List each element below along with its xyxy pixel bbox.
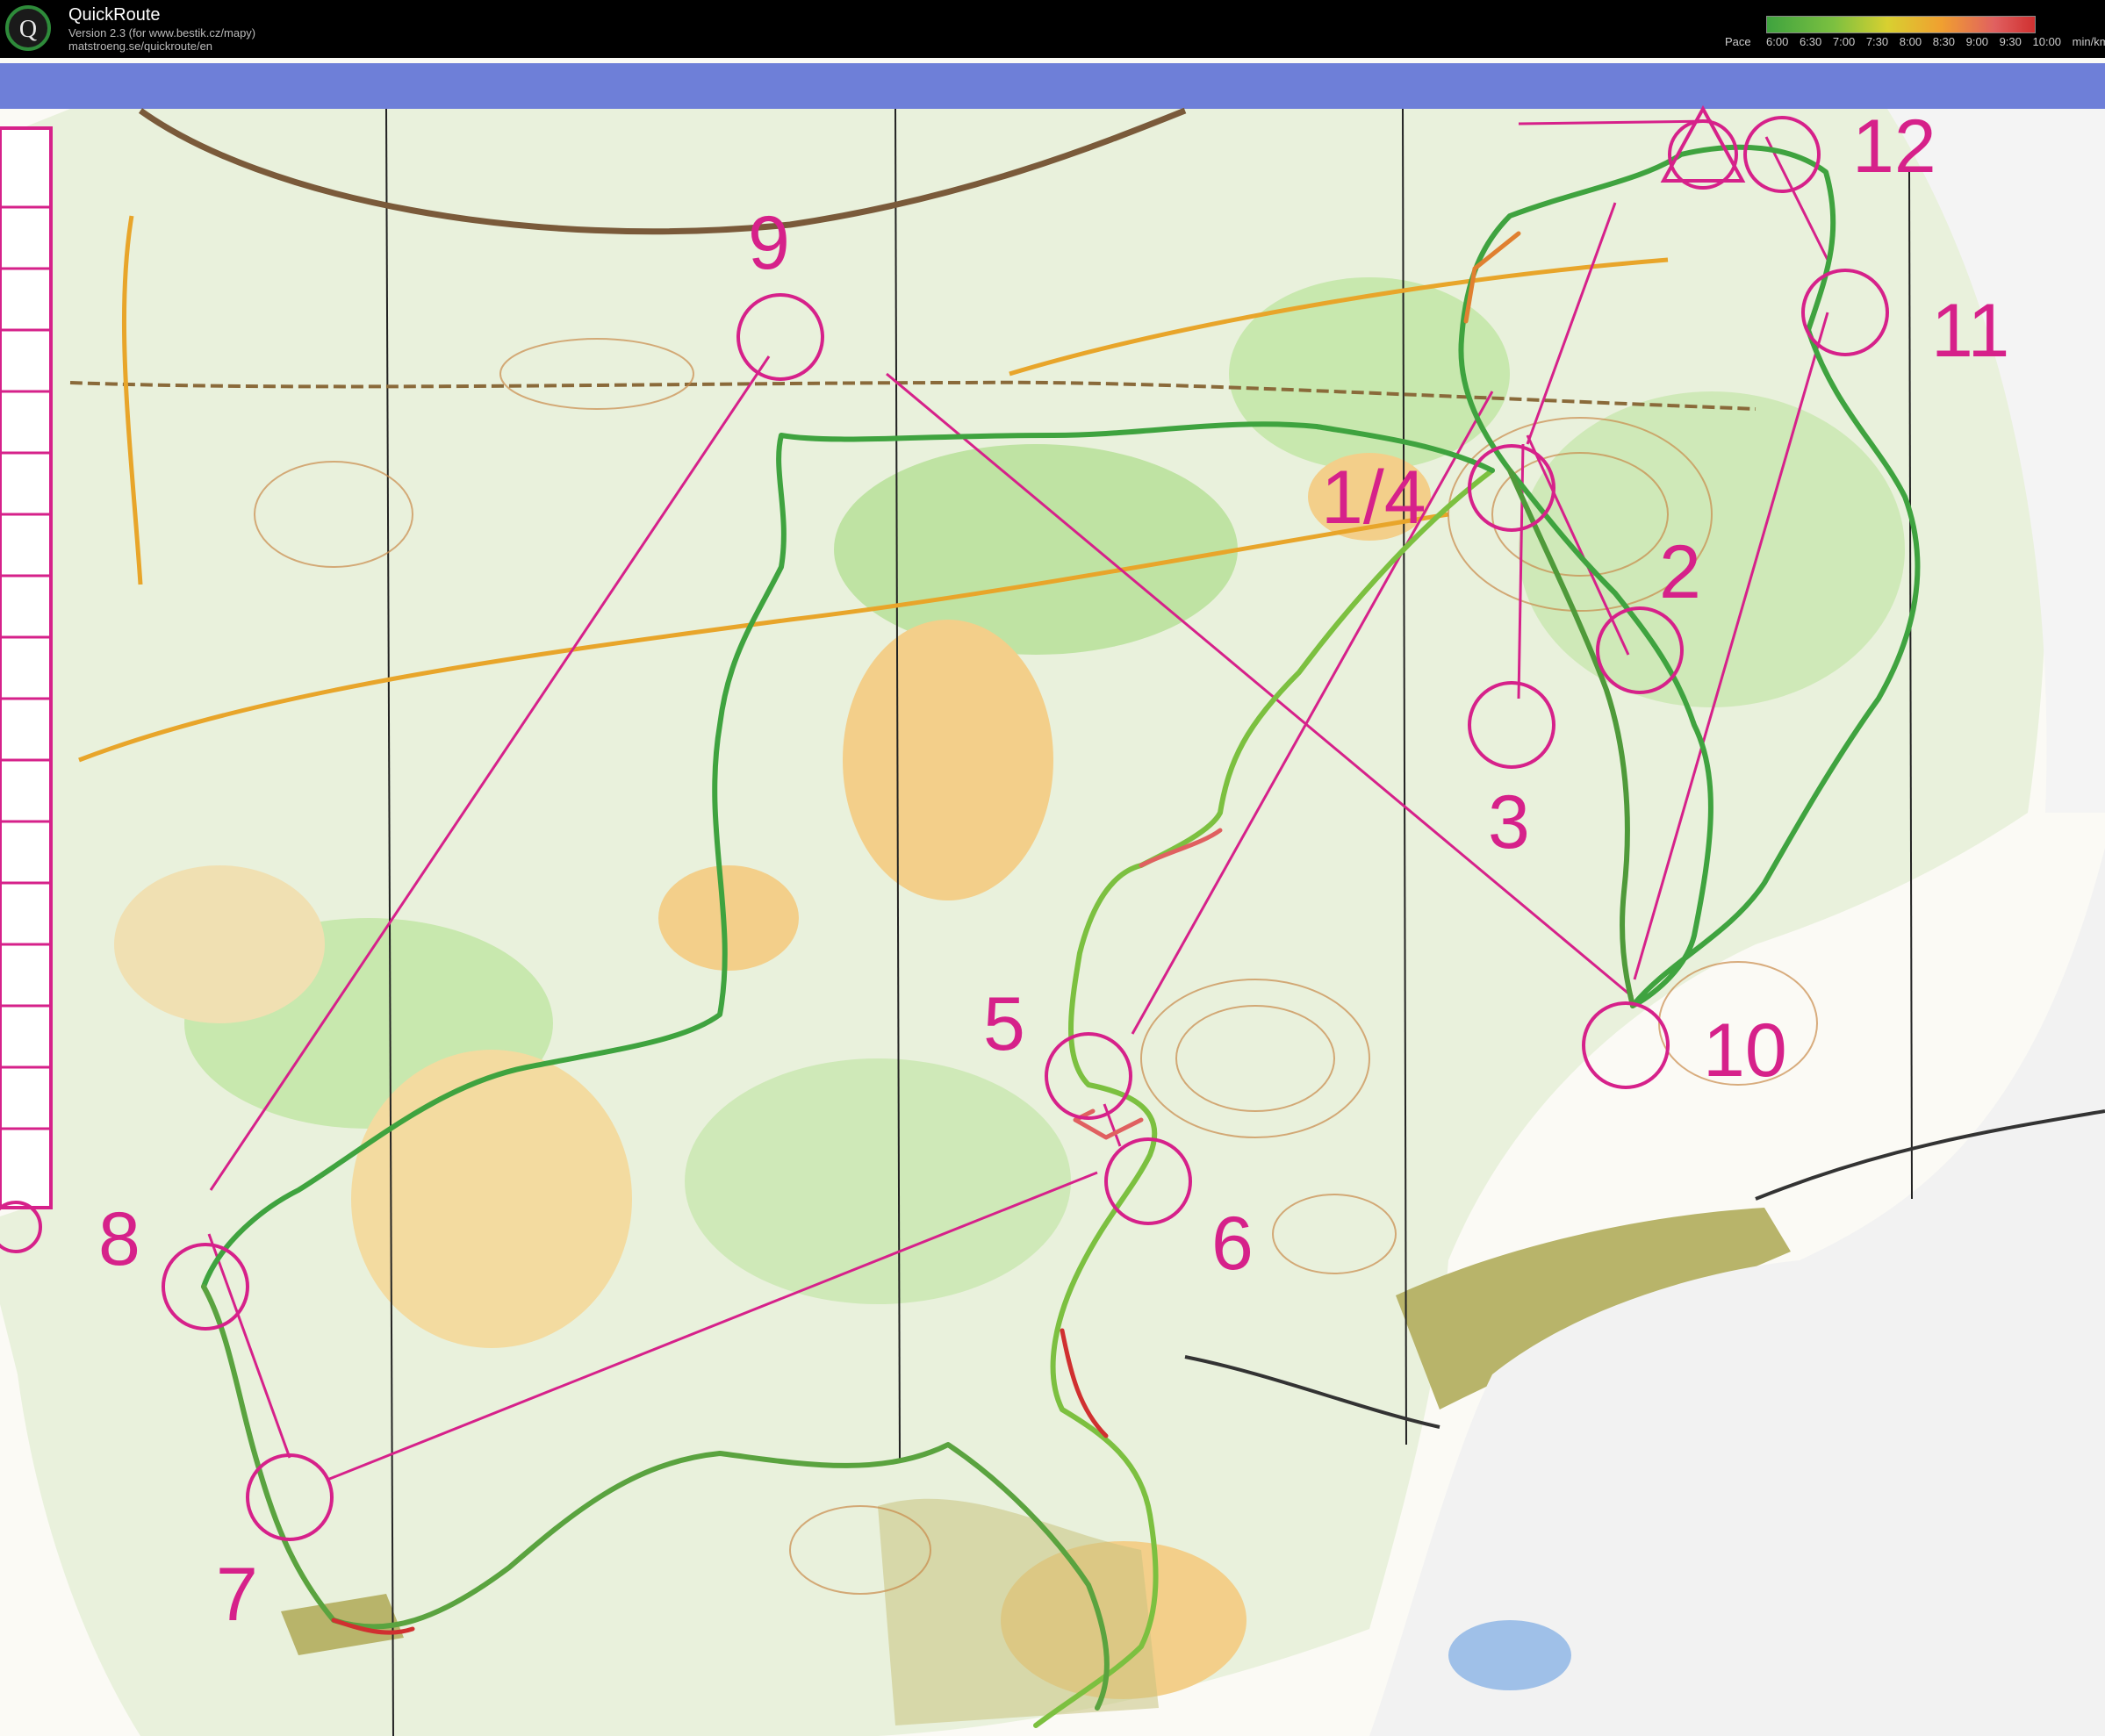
control-label-7: 7 [216, 1553, 258, 1637]
quickroute-logo: Q [5, 5, 51, 51]
pace-tick: 9:30 [1999, 35, 2022, 48]
control-label-8: 8 [98, 1197, 140, 1281]
control-label-3: 3 [1488, 780, 1530, 864]
pace-tick: 8:30 [1932, 35, 1955, 48]
pace-tick: 7:30 [1865, 35, 1889, 48]
control-label-11: 11 [1931, 289, 2009, 373]
app-url: matstroeng.se/quickroute/en [68, 39, 213, 53]
control-label-1-4: 1/4 [1321, 456, 1426, 540]
control-label-6: 6 [1211, 1202, 1254, 1286]
pace-tick: 9:00 [1965, 35, 1988, 48]
forest-patch [685, 1058, 1071, 1304]
pace-color-scale [1766, 16, 2036, 33]
control-label-10: 10 [1703, 1008, 1787, 1093]
pace-tick: 6:00 [1766, 35, 1789, 48]
pace-tick: 7:00 [1832, 35, 1856, 48]
svg-text:Q: Q [19, 16, 37, 43]
open-land [114, 865, 325, 1023]
control-label-2: 2 [1659, 530, 1701, 614]
pace-legend-ticks: 6:00 6:30 7:00 7:30 8:00 8:30 9:00 9:30 … [1766, 35, 2105, 48]
control-label-9: 9 [748, 201, 790, 285]
control-label-5: 5 [983, 982, 1025, 1066]
control-label-12: 12 [1852, 104, 1936, 189]
lake [1448, 1620, 1571, 1690]
control-description-strip [0, 126, 53, 1253]
pace-tick: min/km [2072, 35, 2105, 48]
pace-tick: 6:30 [1799, 35, 1822, 48]
orienteering-map[interactable]: 1/4 2 3 5 6 7 8 9 10 11 12 [0, 58, 2105, 1736]
app-title: QuickRoute [68, 5, 161, 25]
pace-tick: 10:00 [2032, 35, 2062, 48]
pace-tick: 8:00 [1899, 35, 1922, 48]
open-land [658, 865, 799, 971]
forest-patch [834, 444, 1238, 655]
map-canvas[interactable]: 1/4 2 3 5 6 7 8 9 10 11 12 [0, 58, 2105, 1736]
pace-legend-label: Pace [1725, 35, 1751, 48]
app-header: Q QuickRoute Version 2.3 (for www.bestik… [0, 0, 2105, 58]
map-header-band [0, 63, 2105, 109]
open-land [351, 1050, 632, 1348]
open-land [843, 620, 1053, 900]
app-version: Version 2.3 (for www.bestik.cz/mapy) [68, 26, 256, 39]
